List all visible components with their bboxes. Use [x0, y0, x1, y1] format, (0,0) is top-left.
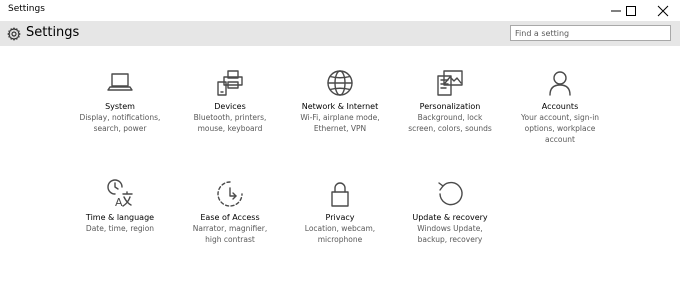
tile-name: Network & Internet [301, 102, 379, 111]
tile-privacy[interactable]: Privacy Location, webcam, microphone [284, 179, 396, 245]
tile-accounts[interactable]: Accounts Your account, sign-in options, … [504, 68, 616, 145]
tile-name: Update & recovery [412, 213, 488, 222]
personalization-icon [437, 70, 463, 96]
gear-icon [7, 27, 21, 41]
tile-devices[interactable]: Devices Bluetooth, printers, mouse, keyb… [174, 68, 286, 134]
lock-icon [331, 182, 349, 207]
settings-header: Settings [0, 22, 680, 46]
close-button[interactable] [647, 0, 679, 21]
tile-description: Background, lock screen, colors, sounds [408, 113, 492, 133]
tile-personalization[interactable]: Personalization Background, lock screen,… [394, 68, 506, 134]
tile-description: Display, notifications, search, power [79, 113, 161, 133]
tile-network-internet[interactable]: Network & Internet Wi-Fi, airplane mode,… [284, 68, 396, 134]
laptop-icon [107, 73, 133, 91]
maximize-icon [626, 5, 636, 16]
tile-description: Your account, sign-in options, workplace… [520, 113, 600, 144]
maximize-button[interactable] [615, 0, 647, 21]
search-input[interactable] [510, 25, 671, 41]
tile-update-recovery[interactable]: Update & recovery Windows Update, backup… [394, 179, 506, 245]
tile-description: Location, webcam, microphone [304, 224, 376, 244]
tile-name: Devices [214, 102, 246, 111]
update-icon [438, 181, 463, 206]
close-icon [657, 5, 669, 16]
ease-of-access-icon [217, 181, 243, 207]
title-bar: Settings [0, 0, 680, 22]
time-language-icon: A [107, 179, 133, 209]
tile-description: Narrator, magnifier, high contrast [192, 224, 268, 244]
window-title: Settings [8, 4, 45, 14]
tile-name: Privacy [325, 213, 355, 222]
person-icon [549, 71, 571, 96]
tile-name: System [105, 102, 135, 111]
tile-name: Time & language [85, 213, 155, 222]
tile-description: Wi-Fi, airplane mode, Ethernet, VPN [300, 113, 380, 133]
tile-name: Accounts [541, 102, 579, 111]
tile-description: Bluetooth, printers, mouse, keyboard [193, 113, 267, 133]
tile-description: Date, time, region [85, 224, 155, 233]
tile-system[interactable]: System Display, notifications, search, p… [64, 68, 176, 134]
tile-name: Personalization [419, 102, 481, 111]
tile-ease-of-access[interactable]: Ease of Access Narrator, magnifier, high… [174, 179, 286, 245]
tile-name: Ease of Access [200, 213, 260, 222]
tile-description: Windows Update, backup, recovery [417, 224, 483, 244]
svg-text:A: A [115, 196, 123, 209]
tile-time-language[interactable]: A Time & language Date, time, region [64, 179, 176, 234]
devices-icon [217, 70, 243, 96]
globe-icon [327, 70, 353, 96]
page-title: Settings [26, 25, 80, 40]
